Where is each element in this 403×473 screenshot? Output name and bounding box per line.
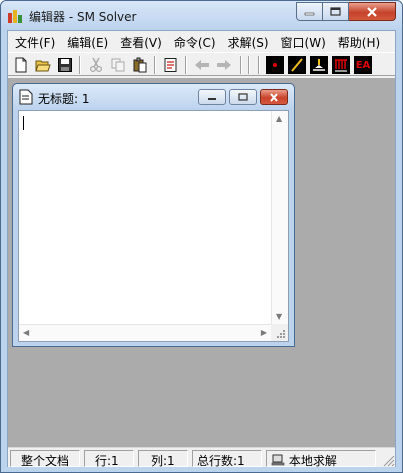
cut-button[interactable] — [87, 56, 105, 74]
caption-buttons — [296, 2, 396, 22]
mdi-workspace: 无标题: 1 ▲ ▼ ◀ ▶ — [8, 78, 395, 447]
tool-support-button[interactable] — [310, 56, 328, 74]
paste-button[interactable] — [131, 56, 149, 74]
paste-icon — [133, 57, 147, 73]
text-caret — [23, 116, 24, 130]
open-file-button[interactable] — [34, 56, 52, 74]
new-file-button[interactable] — [12, 56, 30, 74]
line-icon — [291, 58, 303, 72]
maximize-icon — [238, 93, 248, 101]
save-file-button[interactable] — [56, 56, 74, 74]
status-column-text: 列:1 — [151, 454, 175, 468]
menu-help[interactable]: 帮助(H) — [338, 31, 380, 51]
scroll-right-icon[interactable]: ▶ — [261, 329, 267, 337]
resize-grip[interactable] — [271, 324, 288, 341]
window-title: 编辑器 - SM Solver — [29, 10, 137, 24]
client-area: 文件(F) 编辑(E) 查看(V) 命令(C) 求解(S) 窗口(W) 帮助(H… — [7, 30, 396, 468]
maximize-icon — [330, 7, 341, 16]
back-button[interactable] — [193, 56, 211, 74]
child-maximize-button[interactable] — [229, 89, 257, 105]
close-button[interactable] — [349, 2, 396, 21]
toolbar-separator — [185, 56, 187, 74]
editor-child-window: 无标题: 1 ▲ ▼ ◀ ▶ — [12, 83, 295, 347]
tool-node-button[interactable] — [266, 56, 284, 74]
menu-window[interactable]: 窗口(W) — [281, 31, 326, 51]
child-title-bar[interactable]: 无标题: 1 — [13, 84, 294, 110]
copy-icon — [111, 58, 125, 72]
status-mode: 本地求解 — [266, 450, 376, 468]
tool-line-button[interactable] — [288, 56, 306, 74]
ea-icon: EA — [355, 59, 371, 71]
status-total-lines: 总行数:1 — [192, 450, 262, 468]
menu-edit[interactable]: 编辑(E) — [67, 31, 108, 51]
child-close-button[interactable] — [260, 89, 288, 105]
toolbar-separator — [154, 56, 156, 74]
toolbar-separator — [79, 56, 81, 74]
toolbar-separator — [258, 56, 260, 74]
minimize-icon — [304, 12, 315, 15]
status-scope-text: 整个文档 — [20, 454, 69, 468]
arrow-right-icon — [217, 60, 231, 70]
window-size-grip-icon[interactable] — [381, 453, 395, 467]
computer-icon — [271, 454, 285, 466]
toolbar: EA — [8, 52, 395, 76]
child-caption-buttons — [198, 89, 288, 105]
status-column: 列:1 — [138, 450, 188, 468]
status-scope: 整个文档 — [10, 450, 80, 468]
text-editor[interactable]: ▲ ▼ ◀ ▶ — [18, 110, 289, 342]
toolbar-separator — [240, 56, 242, 74]
document-icon — [19, 89, 33, 105]
horizontal-scrollbar[interactable]: ◀ ▶ — [19, 324, 271, 341]
copy-button[interactable] — [109, 56, 127, 74]
open-folder-icon — [35, 60, 51, 72]
scroll-up-icon[interactable]: ▲ — [276, 115, 282, 123]
status-row-text: 行:1 — [95, 454, 119, 468]
main-window: 编辑器 - SM Solver 文件(F) 编辑(E) 查看(V) 命令(C) … — [0, 0, 403, 473]
vertical-scrollbar[interactable]: ▲ ▼ — [271, 111, 288, 324]
minimize-button[interactable] — [296, 2, 323, 21]
menu-command[interactable]: 命令(C) — [174, 31, 216, 51]
status-mode-text: 本地求解 — [288, 454, 337, 468]
run-script-button[interactable] — [162, 56, 180, 74]
new-document-icon — [15, 57, 27, 73]
tool-load-button[interactable] — [332, 56, 350, 74]
scroll-left-icon[interactable]: ◀ — [23, 329, 29, 337]
status-bar: 整个文档 行:1 列:1 总行数:1 本地求解 — [8, 447, 395, 468]
menu-bar: 文件(F) 编辑(E) 查看(V) 命令(C) 求解(S) 窗口(W) 帮助(H… — [8, 31, 395, 51]
save-disk-icon — [58, 58, 72, 72]
close-icon — [367, 6, 377, 17]
support-icon — [313, 59, 325, 71]
menu-file[interactable]: 文件(F) — [15, 31, 55, 51]
child-window-title: 无标题: 1 — [38, 92, 90, 106]
app-logo-icon — [8, 10, 22, 23]
toolbar-separator — [248, 56, 250, 74]
status-row: 行:1 — [84, 450, 134, 468]
close-icon — [270, 92, 278, 102]
scroll-down-icon[interactable]: ▼ — [276, 313, 282, 321]
child-minimize-button[interactable] — [198, 89, 226, 105]
size-grip-icon — [277, 330, 285, 338]
menu-view[interactable]: 查看(V) — [120, 31, 162, 51]
script-icon — [164, 58, 177, 72]
status-total-lines-text: 总行数:1 — [197, 454, 245, 468]
tool-ea-button[interactable]: EA — [354, 56, 372, 74]
forward-button[interactable] — [215, 56, 233, 74]
minimize-icon — [208, 98, 216, 100]
scissors-icon — [89, 57, 103, 73]
title-bar[interactable]: 编辑器 - SM Solver — [1, 1, 402, 30]
arrow-left-icon — [195, 60, 209, 70]
menu-solve[interactable]: 求解(S) — [228, 31, 269, 51]
distributed-load-icon — [335, 59, 347, 72]
maximize-button[interactable] — [323, 2, 349, 21]
node-icon — [273, 63, 277, 67]
